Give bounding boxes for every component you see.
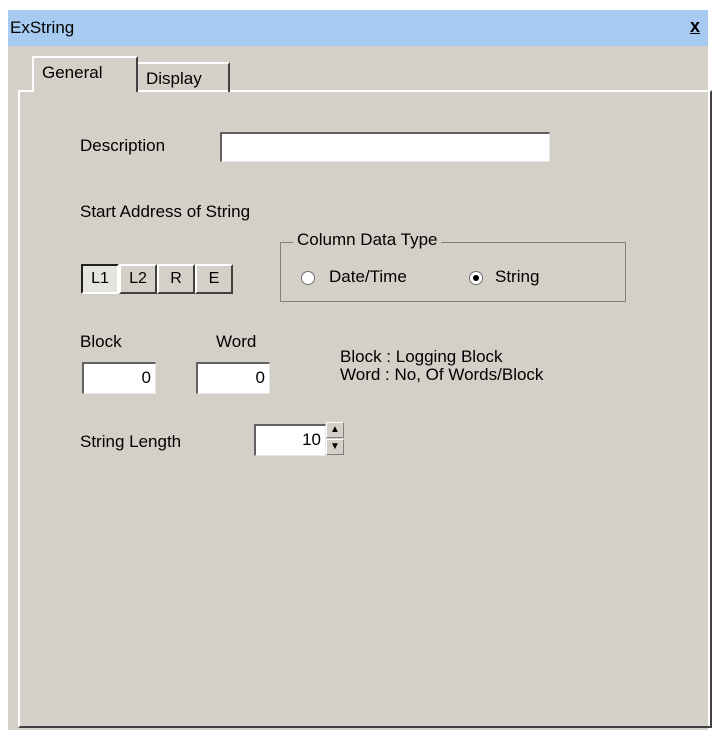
tab-general-label: General bbox=[42, 63, 103, 82]
description-input[interactable] bbox=[220, 132, 550, 162]
date-time-label[interactable]: Date/Time bbox=[329, 267, 407, 287]
general-panel: Description Start Address of String L1 L… bbox=[18, 90, 712, 728]
device-toolbar: L1 L2 R E bbox=[81, 264, 235, 294]
string-length-input[interactable]: 10 bbox=[254, 424, 326, 456]
tab-general[interactable]: General bbox=[32, 56, 138, 92]
device-button-l1[interactable]: L1 bbox=[81, 264, 119, 294]
date-time-radio[interactable] bbox=[301, 271, 315, 285]
device-button-e[interactable]: E bbox=[195, 264, 233, 294]
column-data-type-group: Column Data Type Date/Time String bbox=[280, 230, 626, 302]
start-address-label: Start Address of String bbox=[80, 202, 251, 221]
block-input[interactable]: 0 bbox=[82, 362, 156, 394]
radio-selected-dot bbox=[473, 275, 479, 281]
title-bar: ExString x bbox=[8, 10, 708, 46]
tab-display-label: Display bbox=[146, 69, 202, 88]
block-help-text: Block : Logging Block bbox=[340, 347, 503, 366]
word-input[interactable]: 0 bbox=[196, 362, 270, 394]
spin-down-icon[interactable]: ▼ bbox=[326, 439, 344, 455]
description-label: Description bbox=[80, 136, 166, 155]
block-label: Block bbox=[80, 332, 122, 351]
device-button-l2[interactable]: L2 bbox=[119, 264, 157, 294]
window-title: ExString bbox=[10, 18, 75, 37]
exstring-dialog: ExString x General Display Description S… bbox=[8, 10, 712, 730]
string-label[interactable]: String bbox=[495, 267, 539, 287]
word-label: Word bbox=[216, 332, 257, 351]
word-help-text: Word : No, Of Words/Block bbox=[340, 365, 544, 384]
device-button-r[interactable]: R bbox=[157, 264, 195, 294]
column-data-type-legend: Column Data Type bbox=[293, 230, 442, 250]
string-radio[interactable] bbox=[469, 271, 483, 285]
close-button[interactable]: x bbox=[690, 16, 700, 37]
tab-display[interactable]: Display bbox=[138, 62, 230, 92]
spin-up-icon[interactable]: ▲ bbox=[326, 422, 344, 438]
string-length-label: String Length bbox=[80, 432, 182, 451]
string-length-spinner[interactable]: ▲ ▼ bbox=[326, 422, 344, 456]
